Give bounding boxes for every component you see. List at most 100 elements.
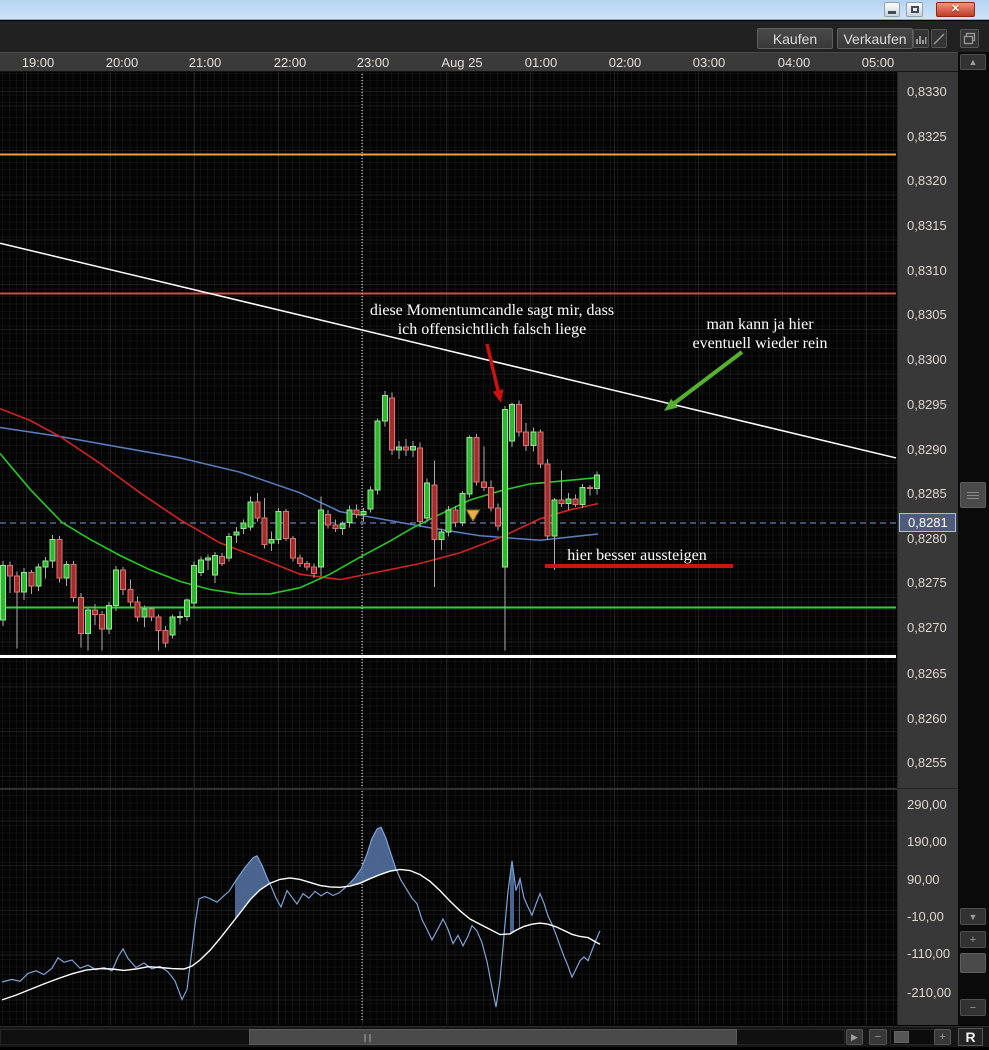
candle-body [473,436,480,483]
candle-body [91,609,98,615]
order-marker-triangle [465,509,481,523]
scroll-down-button[interactable]: ▼ [960,908,986,925]
price-label: 0,8255 [907,755,947,770]
sell-button[interactable]: Verkaufen [837,28,913,49]
candle-body [438,531,445,540]
candle-body [296,557,303,565]
candle-body [410,445,417,451]
candle-body [205,557,211,561]
annotation-text: hier besser aussteigen [567,547,707,564]
candle-body [551,499,558,537]
trendline-tool-icon [933,32,945,45]
price-label: 0,8285 [907,486,947,501]
candle-body [367,489,374,510]
scroll-right-button[interactable]: ▶ [846,1029,863,1045]
horizontal-zoom-track[interactable] [890,1029,936,1045]
price-label: 0,8270 [907,620,947,635]
candle-body [289,538,296,559]
candle-body [523,431,530,446]
candle-body [304,563,310,568]
candle-body [530,431,537,446]
close-button[interactable]: ✕ [936,2,975,17]
annotation-text: diese Momentumcandle sagt mir, dass [369,302,615,319]
time-label: 05:00 [861,55,895,70]
candle-body [395,446,402,451]
price-label: -10,00 [907,909,944,924]
cascade-windows-icon [963,32,976,45]
buy-button[interactable]: Kaufen [757,28,833,49]
candle-body [226,536,233,559]
reset-button[interactable]: R [958,1028,983,1046]
candle-body [360,511,367,515]
candle-body [198,559,204,573]
vertical-zoom-in-button[interactable]: + [960,931,986,948]
candle-body [141,608,148,618]
time-axis[interactable]: 19:00 20:00 21:00 22:00 23:00 Aug 25 01:00 02:0… [0,52,958,72]
time-label: 23:00 [356,55,390,70]
price-label: 0,8280 [907,531,947,546]
oscillator-fill [519,878,520,929]
candle-body [162,630,169,644]
pane-divider [0,788,958,790]
annotation-momentum[interactable]: diese Momentumcandle sagt mir, dass ich … [370,301,614,339]
maximize-icon [910,6,919,13]
maximize-button[interactable] [906,2,923,17]
horizontal-zoom-in-button[interactable]: + [934,1029,951,1045]
horizontal-zoom-out-button[interactable]: − [869,1029,887,1045]
volume-bars-button[interactable] [913,29,929,48]
candle-body [339,523,346,530]
cascade-windows-button[interactable] [960,29,979,48]
candle-body [424,482,431,519]
candle-body [325,513,332,526]
candle-body [346,509,353,523]
annotation-exit[interactable]: hier besser aussteigen [567,546,707,565]
candle-body [254,501,261,519]
candle-body [565,498,572,505]
horizontal-zoom-thumb[interactable] [894,1031,909,1043]
candle-body [49,538,56,562]
candle-body [240,522,247,530]
price-label: 0,8305 [907,307,947,322]
candle-body [381,394,388,422]
time-label: 20:00 [105,55,139,70]
annotation-reentry[interactable]: man kann ja hier eventuell wieder rein [692,315,827,353]
bottom-bar: ▶ − + R [0,1026,989,1047]
vertical-zoom-out-button[interactable]: − [960,999,986,1016]
candle-body [586,487,593,489]
momentum-arrow-head [492,389,504,403]
ma-red [0,407,599,581]
candle-body [14,575,21,593]
vertical-zoom-thumb[interactable] [960,953,986,973]
candle-body [579,487,586,505]
horizontal-scrollbar-thumb[interactable] [249,1029,737,1045]
reentry-arrow [673,350,744,405]
candle-body [233,531,240,536]
close-icon: ✕ [950,3,961,15]
candle-body [84,609,91,634]
time-label: 04:00 [777,55,811,70]
candle-body [169,616,176,636]
annotation-text: ich offensichtlich falsch liege [397,321,587,338]
candle-body [99,614,105,630]
candle-body [417,447,424,523]
time-label: 02:00 [608,55,642,70]
price-scrollbar-thumb[interactable] [960,482,986,508]
minimize-icon [888,11,896,14]
candle-body [431,484,438,540]
price-label: 0,8260 [907,711,947,726]
price-label: 0,8300 [907,352,947,367]
chart-plot-area[interactable] [0,72,897,1025]
scroll-up-button[interactable]: ▲ [960,54,986,70]
candle-body [318,509,325,568]
candle-body [56,538,63,579]
candle-body [282,511,289,539]
minimize-button[interactable] [884,2,900,17]
time-label: 19:00 [21,55,55,70]
price-label: 290,00 [907,797,947,812]
trendline-tool-button[interactable] [931,29,947,48]
candle-body [572,498,579,506]
candle-body [275,511,282,540]
price-axis[interactable]: 0,8281 0,8330 0,8325 0,8320 0,8315 0,8310 0,8… [897,72,959,1025]
candle-body [452,509,459,523]
candle-body [28,572,35,587]
